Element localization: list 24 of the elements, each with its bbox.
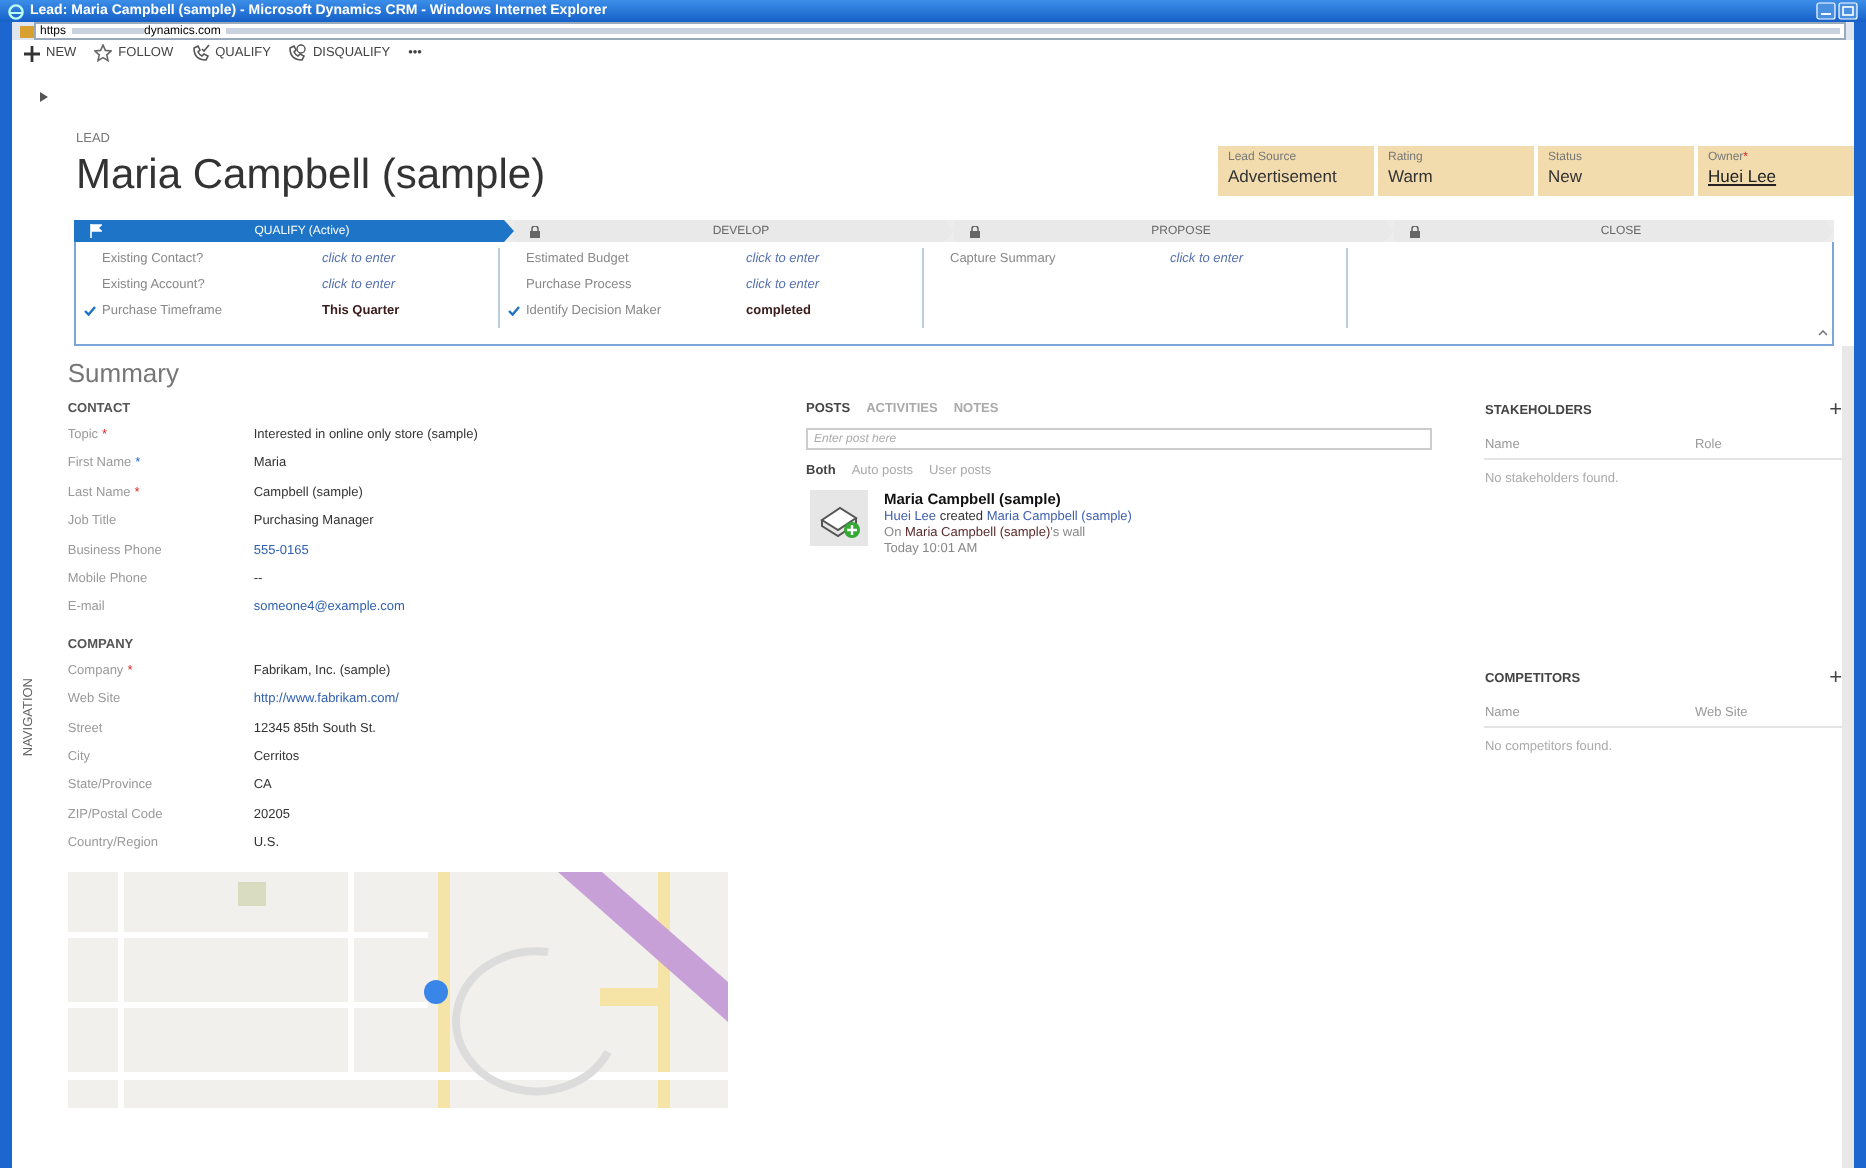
scrollbar[interactable] bbox=[1842, 346, 1854, 1168]
star-icon bbox=[94, 44, 113, 62]
add-button[interactable]: + bbox=[1829, 402, 1843, 420]
section-title: Summary bbox=[67, 358, 181, 388]
lock-icon bbox=[970, 225, 980, 237]
tile-value: Advertisement bbox=[1228, 166, 1339, 186]
redacted-text bbox=[72, 28, 145, 34]
maximize-button[interactable] bbox=[1838, 2, 1858, 20]
record-title: Maria Campbell (sample) bbox=[76, 152, 546, 200]
lock-icon bbox=[530, 225, 540, 237]
lock-icon bbox=[1410, 225, 1420, 237]
tile-value: New bbox=[1548, 166, 1585, 186]
phone-check-icon bbox=[191, 44, 210, 62]
owner-link[interactable]: Huei Lee bbox=[1708, 166, 1844, 186]
tile-value: Warm bbox=[1388, 166, 1435, 186]
phone-cross-icon bbox=[288, 44, 307, 62]
collapse-icon[interactable] bbox=[1818, 330, 1828, 336]
record-created-icon bbox=[810, 490, 869, 546]
add-button[interactable]: + bbox=[1829, 670, 1843, 688]
minimize-button[interactable] bbox=[1816, 2, 1836, 20]
site-icon bbox=[20, 25, 34, 37]
plus-icon bbox=[24, 45, 40, 61]
browser-icon bbox=[8, 3, 24, 19]
flag-icon bbox=[90, 224, 102, 238]
